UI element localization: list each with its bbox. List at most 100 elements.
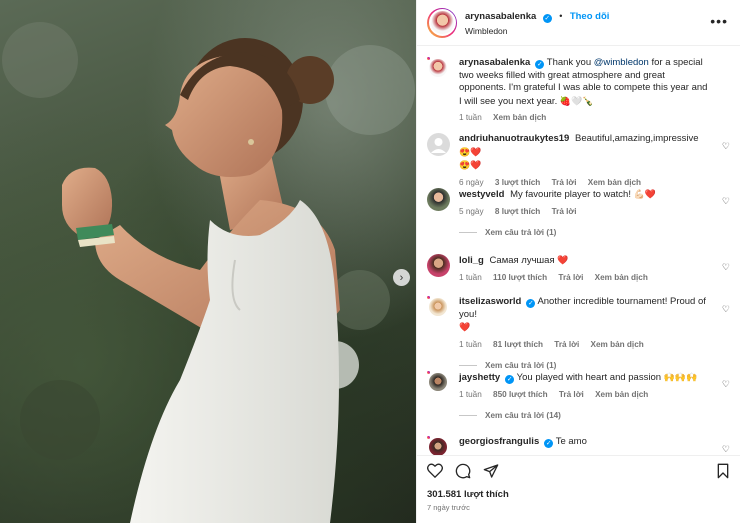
comment-text: Beautiful,amazing,impressive (574, 133, 699, 144)
caption-translate-link[interactable]: Xem bản dịch (493, 113, 546, 122)
comment-meta: 1 tuần 850 lượt thích Trả lời Xem bản dị… (459, 390, 710, 399)
commenter-username[interactable]: georgiosfrangulis (459, 436, 539, 447)
view-replies-button[interactable]: Xem câu trả lời (1) (459, 228, 730, 237)
comment-emoji: ❤️ (557, 255, 569, 265)
reply-button[interactable]: Trả lời (559, 390, 584, 399)
comment-meta: 1 tuần 81 lượt thích Trả lời Xem bản dịc… (459, 340, 710, 349)
comment-like-heart-icon[interactable]: ♡ (722, 304, 730, 315)
likes-count[interactable]: 301.581 lượt thích (427, 489, 509, 500)
follow-button[interactable]: Theo dõi (570, 11, 610, 22)
commenter-username[interactable]: westyveld (459, 189, 504, 200)
comment-meta: 5 ngày 8 lượt thích Trả lời (459, 207, 710, 216)
translate-link[interactable]: Xem bản dịch (595, 390, 648, 399)
author-avatar[interactable] (427, 7, 457, 38)
comment-likes[interactable]: 3 lượt thích (495, 178, 540, 187)
replies-divider (459, 231, 477, 233)
commenter-avatar[interactable] (427, 371, 449, 393)
verified-badge-icon: ✓ (542, 13, 552, 23)
commenter-avatar[interactable] (427, 296, 449, 318)
translate-link[interactable]: Xem bản dịch (591, 340, 644, 349)
caption-emoji: 🍓🤍🍾 (559, 95, 594, 106)
comment-emoji-line2: ❤️ (459, 322, 471, 332)
post-action-bar (417, 455, 740, 485)
comments-list[interactable]: arynasabalenka ✓ Thank you @wimbledon for… (417, 47, 740, 455)
comment-meta: 6 ngày 3 lượt thích Trả lời Xem bản dịch (459, 178, 710, 187)
replies-divider (459, 364, 477, 366)
comment-likes[interactable]: 81 lượt thích (493, 340, 543, 349)
comment-time: 1 tuần (459, 272, 482, 282)
commenter-avatar[interactable] (427, 188, 450, 211)
bookmark-icon[interactable] (716, 463, 730, 479)
comment-likes[interactable]: 110 lượt thích (493, 273, 547, 282)
view-replies-button[interactable]: Xem câu trả lời (1) (459, 361, 730, 370)
view-replies-label: Xem câu trả lời (1) (485, 227, 557, 237)
comment-emoji: 💪🏻❤️ (633, 189, 657, 199)
comment-time: 1 tuần (459, 389, 482, 399)
comment-like-heart-icon[interactable]: ♡ (722, 444, 730, 455)
comment-emoji: 🙌🙌🙌 (663, 372, 698, 382)
replies-divider (459, 414, 477, 416)
author-username[interactable]: arynasabalenka (465, 11, 536, 22)
comment-like-heart-icon[interactable]: ♡ (722, 141, 730, 152)
reply-button[interactable]: Trả lời (554, 340, 579, 349)
commenter-username[interactable]: andriuhanuotraukytes19 (459, 133, 569, 144)
commenter-username[interactable]: loli_g (459, 255, 484, 266)
comment-like-heart-icon[interactable]: ♡ (722, 379, 730, 390)
player-illustration (2, 22, 415, 523)
caption-author-avatar[interactable] (427, 57, 449, 79)
caption-text-before: Thank you (546, 57, 594, 68)
comment-text: My favourite player to watch! (510, 189, 631, 200)
view-replies-label: Xem câu trả lời (14) (485, 410, 561, 420)
separator-dot: • (559, 10, 563, 21)
post-photo: › (0, 0, 416, 523)
caption-meta: 1 tuần Xem bản dịch (459, 113, 710, 122)
translate-link[interactable]: Xem bản dịch (588, 178, 641, 187)
reply-button[interactable]: Trả lời (558, 273, 583, 282)
caption-mention-link[interactable]: @wimbledon (594, 57, 649, 68)
comment-time: 1 tuần (459, 339, 482, 349)
comment-emoji: 😍❤️ (459, 146, 482, 157)
heart-icon[interactable] (427, 463, 443, 478)
post-date: 7 ngày trước (427, 503, 470, 512)
comment-item: andriuhanuotraukytes19 Beautiful,amazing… (427, 133, 730, 187)
more-options-icon[interactable]: ••• (710, 13, 728, 29)
post-caption: arynasabalenka ✓ Thank you @wimbledon for… (427, 57, 730, 122)
post-location[interactable]: Wimbledon (465, 24, 609, 38)
commenter-avatar[interactable] (427, 133, 450, 156)
comment-time: 5 ngày (459, 206, 484, 216)
share-icon[interactable] (483, 463, 499, 479)
view-replies-button[interactable]: Xem câu trả lời (14) (459, 411, 730, 420)
comment-item: georgiosfrangulis ✓ Te amo ♡ (427, 436, 730, 455)
commenter-username[interactable]: jayshetty (459, 372, 500, 383)
reply-button[interactable]: Trả lời (552, 207, 577, 216)
comment-emoji-line2: 😍❤️ (459, 160, 482, 170)
verified-badge-icon: ✓ (505, 375, 515, 384)
comment-text: Te amo (555, 436, 587, 447)
reply-button[interactable]: Trả lời (552, 178, 577, 187)
view-replies-label: Xem câu trả lời (1) (485, 360, 557, 370)
post-sidebar: arynasabalenka ✓ • Theo dõi Wimbledon ••… (416, 0, 740, 523)
carousel-next-button[interactable]: › (393, 269, 410, 286)
commenter-avatar[interactable] (427, 254, 450, 277)
comment-likes[interactable]: 850 lượt thích (493, 390, 548, 399)
commenter-username[interactable]: itselizasworld (459, 296, 521, 307)
verified-badge-icon: ✓ (544, 439, 554, 448)
verified-badge-icon: ✓ (526, 299, 536, 308)
comment-like-heart-icon[interactable]: ♡ (722, 262, 730, 273)
caption-author-username[interactable]: arynasabalenka (459, 57, 530, 68)
comment-item: westyveld My favourite player to watch! … (427, 188, 730, 237)
comment-time: 6 ngày (459, 177, 484, 187)
comment-likes[interactable]: 8 lượt thích (495, 207, 540, 216)
comment-item: jayshetty ✓ You played with heart and pas… (427, 371, 730, 420)
comment-item: loli_g Самая лучшая ❤️ 1 tuần 110 lượt t… (427, 254, 730, 282)
comment-text: Самая лучшая (489, 255, 555, 266)
comment-meta: 1 tuần 110 lượt thích Trả lời Xem bản dị… (459, 273, 710, 282)
commenter-avatar[interactable] (427, 436, 449, 455)
comment-icon[interactable] (455, 463, 471, 479)
verified-badge-icon: ✓ (535, 60, 545, 69)
post-header: arynasabalenka ✓ • Theo dõi Wimbledon ••… (417, 0, 740, 46)
comment-item: itselizasworld ✓ Another incredible tourn… (427, 296, 730, 370)
translate-link[interactable]: Xem bản dịch (595, 273, 648, 282)
comment-like-heart-icon[interactable]: ♡ (722, 196, 730, 207)
comment-text: You played with heart and passion (516, 372, 662, 383)
